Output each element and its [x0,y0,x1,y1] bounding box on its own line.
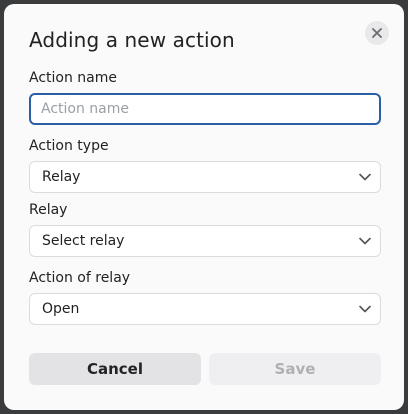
relay-value: Select relay [42,233,125,249]
action-type-select[interactable]: Relay [29,161,381,193]
chevron-down-icon [350,162,380,192]
relay-label: Relay [29,202,68,218]
close-button[interactable] [365,21,389,45]
action-of-relay-label: Action of relay [29,270,131,286]
action-type-label: Action type [29,138,109,154]
chevron-down-icon [350,294,380,324]
add-action-dialog: Adding a new action Action name Action t… [4,4,404,410]
action-of-relay-value: Open [42,301,80,317]
save-button[interactable]: Save [209,353,381,385]
action-of-relay-select[interactable]: Open [29,293,381,325]
close-icon [372,28,382,38]
relay-select[interactable]: Select relay [29,225,381,257]
action-name-input[interactable] [29,93,381,125]
chevron-down-icon [350,226,380,256]
action-name-label: Action name [29,70,117,86]
cancel-button[interactable]: Cancel [29,353,201,385]
action-type-value: Relay [42,169,81,185]
dialog-title: Adding a new action [29,28,235,52]
